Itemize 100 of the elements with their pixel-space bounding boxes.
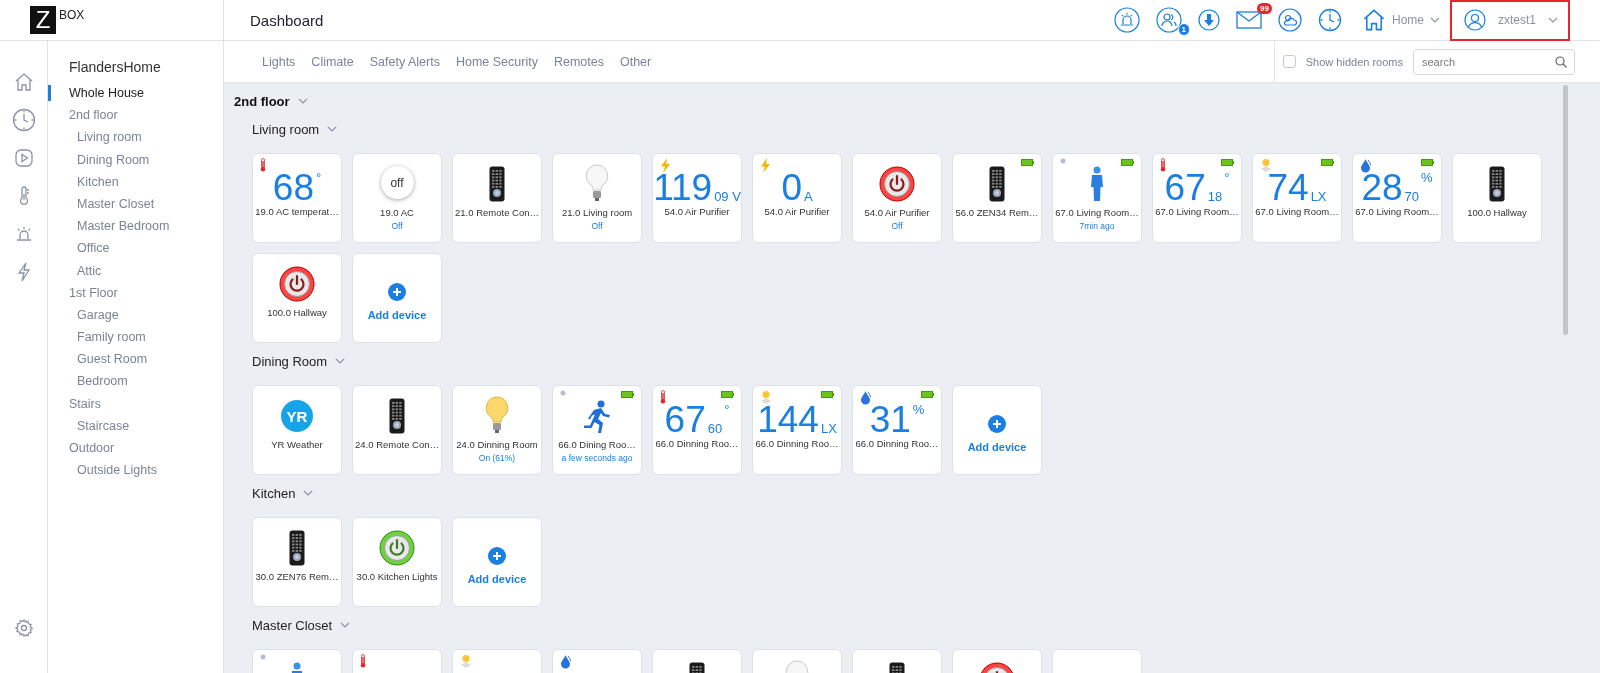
- notification-badge: 99: [1257, 3, 1272, 14]
- device-card[interactable]: 30.0 ZEN76 Rem…: [252, 517, 342, 607]
- device-name: 67.0 Living Room…: [1255, 206, 1339, 217]
- device-card[interactable]: 100.0 Hallway: [1452, 153, 1542, 243]
- lightning-icon[interactable]: [16, 262, 31, 282]
- device-name: 19.0 AC: [380, 207, 414, 218]
- room-tree-item[interactable]: Master Bedroom: [48, 218, 170, 235]
- clock-icon[interactable]: [1317, 8, 1342, 32]
- add-device-button[interactable]: Add device: [452, 517, 542, 607]
- chevron-icon: [303, 490, 314, 496]
- power-button-icon[interactable]: [379, 530, 415, 566]
- cloud-icon[interactable]: [1277, 8, 1302, 32]
- device-card[interactable]: 67 18 ° 67.0 Living Room…: [1152, 153, 1242, 243]
- users-icon[interactable]: [1155, 7, 1182, 33]
- device-card[interactable]: off 19.0 AC Off: [352, 153, 442, 243]
- device-card[interactable]: 54.0 Air Purifier Off: [852, 153, 942, 243]
- room-tree-item[interactable]: Kitchen: [48, 173, 119, 190]
- search-field[interactable]: search: [1413, 48, 1575, 75]
- device-card[interactable]: 119 09 V 54.0 Air Purifier: [652, 153, 742, 243]
- room-tree-item[interactable]: 2nd floor: [48, 107, 118, 124]
- device-name: 100.0 Hallway: [1467, 207, 1527, 218]
- room-tree-item[interactable]: Bedroom: [48, 373, 128, 390]
- device-card[interactable]: 74 LX 67.0 Living Room…: [1252, 153, 1342, 243]
- device-status: Off: [891, 221, 903, 231]
- device-card[interactable]: 21.0 Living room Off: [552, 153, 642, 243]
- person-icon: [1089, 166, 1105, 202]
- power-button-icon[interactable]: [279, 266, 315, 302]
- device-name: 66.0 Dinning Roo…: [855, 438, 939, 449]
- room-tree-item[interactable]: Family room: [48, 329, 146, 346]
- add-icon: [388, 283, 406, 301]
- room-tree-item[interactable]: Master Closet: [48, 195, 155, 212]
- device-card[interactable]: 67 60 ° 66.0 Dinning Roo…: [652, 385, 742, 475]
- water-drop-icon: [1360, 158, 1371, 173]
- device-name: 100.0 Hallway: [267, 307, 327, 318]
- room-tree-item[interactable]: Dining Room: [48, 151, 150, 168]
- device-name: 54.0 Air Purifier: [764, 206, 830, 217]
- device-name: 67.0 Living Room…: [1155, 206, 1239, 217]
- category-tab[interactable]: Home Security: [455, 54, 538, 69]
- category-tab[interactable]: Other: [619, 54, 652, 69]
- device-card[interactable]: 21.0 Remote Con…: [452, 153, 542, 243]
- device-card[interactable]: 100.0 Hallway: [252, 253, 342, 343]
- power-button-icon[interactable]: [879, 166, 915, 202]
- device-card[interactable]: 66.0 Dining Roo… a few seconds ago: [552, 385, 642, 475]
- logo-mark: Z: [30, 6, 56, 34]
- alarm-icon[interactable]: [14, 225, 33, 243]
- room-tree-item[interactable]: Guest Room: [48, 351, 148, 368]
- add-device-button[interactable]: Add device: [352, 253, 442, 343]
- room-tree-item[interactable]: Garage: [48, 306, 119, 323]
- home-icon[interactable]: [1361, 8, 1386, 32]
- device-card[interactable]: 24.0 Remote Con…: [352, 385, 442, 475]
- device-card[interactable]: 67.0 Living Room… 7min ago: [1052, 153, 1142, 243]
- alarm-icon[interactable]: [1113, 7, 1140, 33]
- ac-toggle-button[interactable]: off: [380, 166, 414, 199]
- notification-badge: 1: [1177, 23, 1190, 36]
- device-name: 24.0 Dinning Room: [456, 439, 538, 450]
- device-card[interactable]: 30.0 Kitchen Lights: [352, 517, 442, 607]
- room-name[interactable]: Master Closet: [252, 617, 333, 633]
- room-tree-item[interactable]: Office: [48, 240, 110, 257]
- device-card[interactable]: 31% 66.0 Dinning Roo…: [852, 385, 942, 475]
- room-tree-item[interactable]: Attic: [48, 262, 102, 279]
- page-title: Dashboard: [250, 11, 325, 29]
- download-icon[interactable]: [1197, 9, 1220, 31]
- category-tab[interactable]: Remotes: [553, 54, 604, 69]
- floor-name[interactable]: 2nd floor: [234, 93, 290, 109]
- device-card[interactable]: YR YR Weather: [252, 385, 342, 475]
- device-card[interactable]: 56.0 ZEN34 Rem…: [952, 153, 1042, 243]
- user-avatar-icon: [1464, 9, 1486, 31]
- room-tree-item[interactable]: Whole House: [48, 85, 145, 101]
- remote-control-icon: [389, 398, 405, 434]
- device-card[interactable]: 28 70 % 67.0 Living Room…: [1352, 153, 1442, 243]
- room-tree-item[interactable]: Outside Lights: [48, 462, 157, 479]
- room-name[interactable]: Kitchen: [252, 485, 296, 501]
- category-tab[interactable]: Safety Alerts: [369, 54, 440, 69]
- room-name[interactable]: Dining Room: [252, 353, 328, 369]
- room-tree-item[interactable]: Stairs: [48, 395, 101, 412]
- clock-icon[interactable]: [11, 108, 36, 132]
- play-icon[interactable]: [13, 148, 34, 168]
- category-tab[interactable]: Lights: [262, 54, 296, 69]
- add-device-button[interactable]: Add device: [952, 385, 1042, 475]
- scrollbar-thumb[interactable]: [1563, 85, 1568, 335]
- device-card[interactable]: 0 A 54.0 Air Purifier: [752, 153, 842, 243]
- category-tab[interactable]: Climate: [311, 54, 354, 69]
- device-card[interactable]: 144 LX 66.0 Dinning Roo…: [752, 385, 842, 475]
- settings-icon[interactable]: [14, 619, 33, 637]
- device-name: 66.0 Dinning Roo…: [755, 438, 839, 449]
- show-hidden-checkbox[interactable]: [1282, 55, 1296, 68]
- device-name: 30.0 Kitchen Lights: [356, 571, 438, 582]
- device-card[interactable]: 24.0 Dinning Room On (61%): [452, 385, 542, 475]
- room-tree-item[interactable]: Living room: [48, 129, 142, 146]
- device-name: 21.0 Living room: [561, 207, 633, 218]
- room-name[interactable]: Living room: [252, 121, 320, 137]
- device-card[interactable]: 68° 19.0 AC temperat…: [252, 153, 342, 243]
- chevron-icon: [297, 98, 308, 104]
- room-tree-item[interactable]: 1st Floor: [48, 284, 118, 301]
- room-tree-item[interactable]: Outdoor: [48, 440, 115, 456]
- home-icon[interactable]: [13, 72, 34, 92]
- room-tree-item[interactable]: Staircase: [48, 417, 130, 434]
- mail-icon[interactable]: [1235, 10, 1262, 30]
- thermometer-icon: [660, 390, 666, 404]
- device-name: 54.0 Air Purifier: [864, 207, 930, 218]
